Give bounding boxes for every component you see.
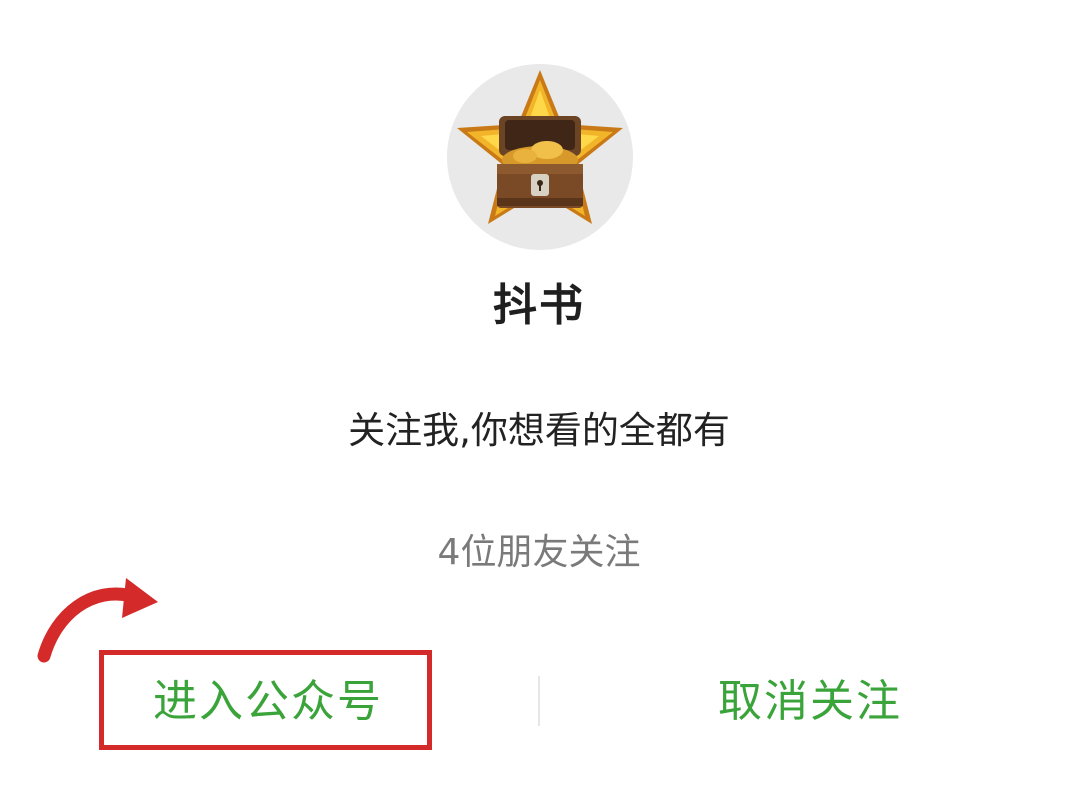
- follow-card: 抖书 关注我,你想看的全都有 4位朋友关注 进入公众号 取消关注: [0, 0, 1078, 794]
- account-name: 抖书: [493, 280, 585, 331]
- star-treasure-chest-icon: [447, 64, 633, 250]
- unfollow-button[interactable]: 取消关注: [640, 662, 980, 742]
- friends-following-count: 4位朋友关注: [437, 532, 641, 573]
- account-description: 关注我,你想看的全都有: [348, 409, 730, 452]
- highlight-box: [99, 650, 432, 750]
- button-divider: [538, 676, 540, 726]
- account-avatar: [447, 64, 633, 250]
- curved-arrow-icon: [37, 578, 158, 663]
